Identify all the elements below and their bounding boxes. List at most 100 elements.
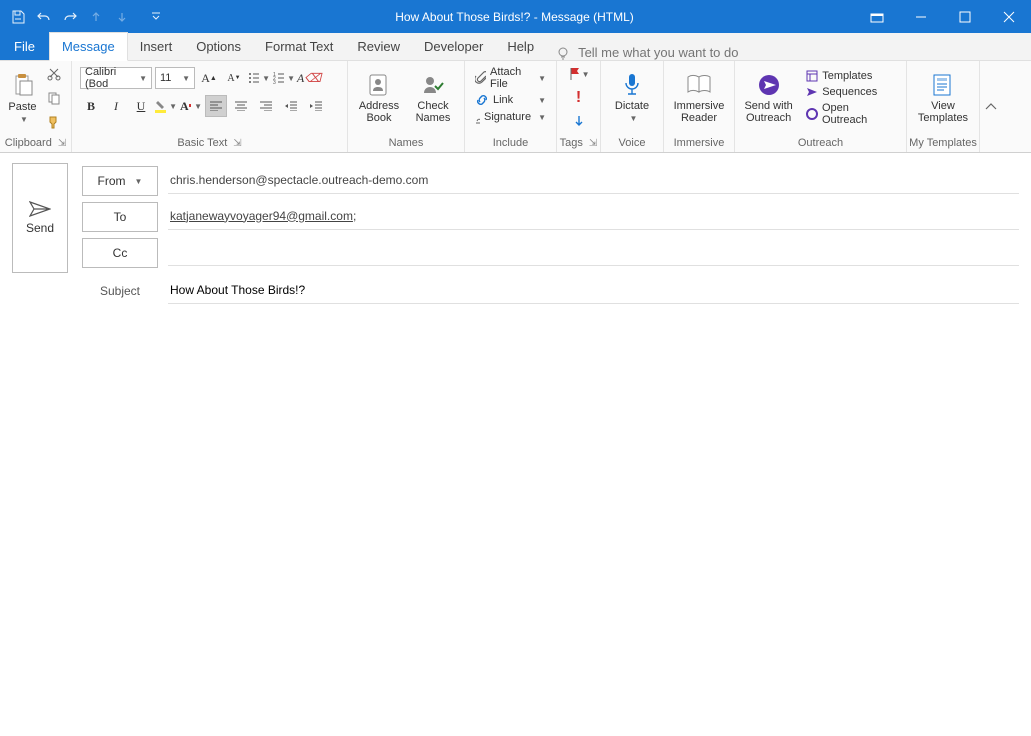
increase-indent-icon[interactable]	[305, 95, 327, 117]
group-voice: Dictate▼ Voice	[601, 61, 664, 152]
copy-icon[interactable]	[43, 87, 65, 109]
group-basic-text: Calibri (Bod▼ 11▼ A▲ A▼ ▼ 123▼ A⌫ B I U …	[72, 61, 348, 152]
cc-button[interactable]: Cc	[82, 238, 158, 268]
save-icon[interactable]	[8, 7, 28, 27]
italic-icon[interactable]: I	[105, 95, 127, 117]
cut-icon[interactable]	[43, 63, 65, 85]
signature-button[interactable]: Signature▼	[471, 109, 550, 125]
ribbon-mode-icon[interactable]	[855, 0, 899, 33]
tab-help[interactable]: Help	[495, 33, 546, 60]
next-icon[interactable]	[112, 7, 132, 27]
send-icon	[29, 201, 51, 217]
qat-customize-icon[interactable]	[146, 7, 166, 27]
format-painter-icon[interactable]	[43, 111, 65, 133]
bold-icon[interactable]: B	[80, 95, 102, 117]
high-importance-icon[interactable]: !	[568, 87, 590, 109]
font-color-icon[interactable]: A▼	[180, 95, 202, 117]
tab-review[interactable]: Review	[345, 33, 412, 60]
open-outreach-button[interactable]: Open Outreach	[802, 101, 900, 127]
shrink-font-icon[interactable]: A▼	[223, 67, 245, 89]
microphone-icon	[619, 72, 645, 98]
undo-icon[interactable]	[34, 7, 54, 27]
compose-header: Send From▼ chris.henderson@spectacle.out…	[0, 153, 1031, 313]
paste-button[interactable]: Paste ▼	[6, 73, 39, 124]
font-selector[interactable]: Calibri (Bod▼	[80, 67, 152, 89]
attach-file-button[interactable]: Attach File▼	[471, 65, 550, 91]
link-button[interactable]: Link ▼	[471, 92, 550, 108]
tab-format-text[interactable]: Format Text	[253, 33, 345, 60]
tell-me-search[interactable]	[556, 45, 778, 60]
minimize-icon[interactable]	[899, 0, 943, 33]
outreach-logo-icon	[806, 108, 818, 120]
cc-field[interactable]	[168, 241, 1019, 266]
subject-field[interactable]	[168, 279, 1019, 304]
ribbon-tabs: File Message Insert Options Format Text …	[0, 33, 1031, 61]
from-value[interactable]: chris.henderson@spectacle.outreach-demo.…	[168, 169, 1019, 194]
send-button[interactable]: Send	[12, 163, 68, 273]
tab-options[interactable]: Options	[184, 33, 253, 60]
book-icon	[686, 72, 712, 98]
send-with-outreach-button[interactable]: Send with Outreach	[741, 72, 796, 124]
numbering-icon[interactable]: 123▼	[273, 67, 295, 89]
paste-icon	[10, 73, 36, 99]
from-button[interactable]: From▼	[82, 166, 158, 196]
dictate-button[interactable]: Dictate▼	[607, 72, 657, 125]
to-field[interactable]: katjanewayvoyager94@gmail.com;	[168, 205, 1019, 230]
group-my-templates: View Templates My Templates	[907, 61, 979, 152]
decrease-indent-icon[interactable]	[280, 95, 302, 117]
address-book-icon	[366, 72, 392, 98]
maximize-icon[interactable]	[943, 0, 987, 33]
to-button[interactable]: To	[82, 202, 158, 232]
tab-file[interactable]: File	[0, 33, 49, 60]
redo-icon[interactable]	[60, 7, 80, 27]
tab-insert[interactable]: Insert	[128, 33, 185, 60]
subject-label: Subject	[82, 284, 158, 298]
tab-developer[interactable]: Developer	[412, 33, 495, 60]
link-icon	[475, 93, 489, 107]
to-recipient[interactable]: katjanewayvoyager94@gmail.com	[170, 209, 353, 223]
group-names: Address Book Check Names Names	[348, 61, 465, 152]
bullets-icon[interactable]: ▼	[248, 67, 270, 89]
sequences-button[interactable]: Sequences	[802, 85, 900, 99]
templates-icon	[806, 70, 818, 82]
group-tags: ▼ ! Tags⇲	[557, 61, 601, 152]
prev-icon[interactable]	[86, 7, 106, 27]
subject-input[interactable]	[170, 283, 1017, 297]
message-body[interactable]	[0, 313, 1031, 733]
tab-message[interactable]: Message	[49, 32, 128, 61]
highlight-icon[interactable]: ▼	[155, 95, 177, 117]
clipboard-dialog-launcher[interactable]: ⇲	[58, 138, 66, 149]
titlebar: How About Those Birds!? - Message (HTML)	[0, 0, 1031, 33]
address-book-button[interactable]: Address Book	[354, 72, 404, 124]
align-left-icon[interactable]	[205, 95, 227, 117]
templates-button[interactable]: Templates	[802, 69, 900, 83]
signature-icon	[475, 110, 480, 124]
tell-me-input[interactable]	[578, 45, 778, 60]
low-importance-icon[interactable]	[568, 111, 590, 133]
group-include: Attach File▼ Link ▼ Signature▼ Include	[465, 61, 557, 152]
align-center-icon[interactable]	[230, 95, 252, 117]
tags-dialog-launcher[interactable]: ⇲	[589, 138, 597, 149]
group-outreach: Send with Outreach Templates Sequences O…	[735, 61, 907, 152]
collapse-ribbon-icon[interactable]	[979, 61, 1001, 152]
clear-formatting-icon[interactable]: A⌫	[298, 67, 320, 89]
underline-icon[interactable]: U	[130, 95, 152, 117]
grow-font-icon[interactable]: A▲	[198, 67, 220, 89]
view-templates-button[interactable]: View Templates	[913, 72, 973, 124]
font-size-selector[interactable]: 11▼	[155, 67, 195, 89]
ribbon: Paste ▼ Clipboard⇲ Calibri (Bod▼ 11▼	[0, 61, 1031, 153]
group-clipboard: Paste ▼ Clipboard⇲	[0, 61, 72, 152]
align-right-icon[interactable]	[255, 95, 277, 117]
paperclip-icon	[475, 71, 486, 85]
follow-up-flag-icon[interactable]: ▼	[568, 63, 590, 85]
basic-text-dialog-launcher[interactable]: ⇲	[233, 138, 241, 149]
check-names-button[interactable]: Check Names	[408, 72, 458, 124]
view-templates-icon	[930, 72, 956, 98]
quick-access-toolbar	[0, 0, 174, 33]
immersive-reader-button[interactable]: Immersive Reader	[670, 72, 728, 124]
close-icon[interactable]	[987, 0, 1031, 33]
group-immersive: Immersive Reader Immersive	[664, 61, 735, 152]
sequences-icon	[806, 86, 818, 98]
lightbulb-icon	[556, 46, 570, 60]
window-controls	[855, 0, 1031, 33]
